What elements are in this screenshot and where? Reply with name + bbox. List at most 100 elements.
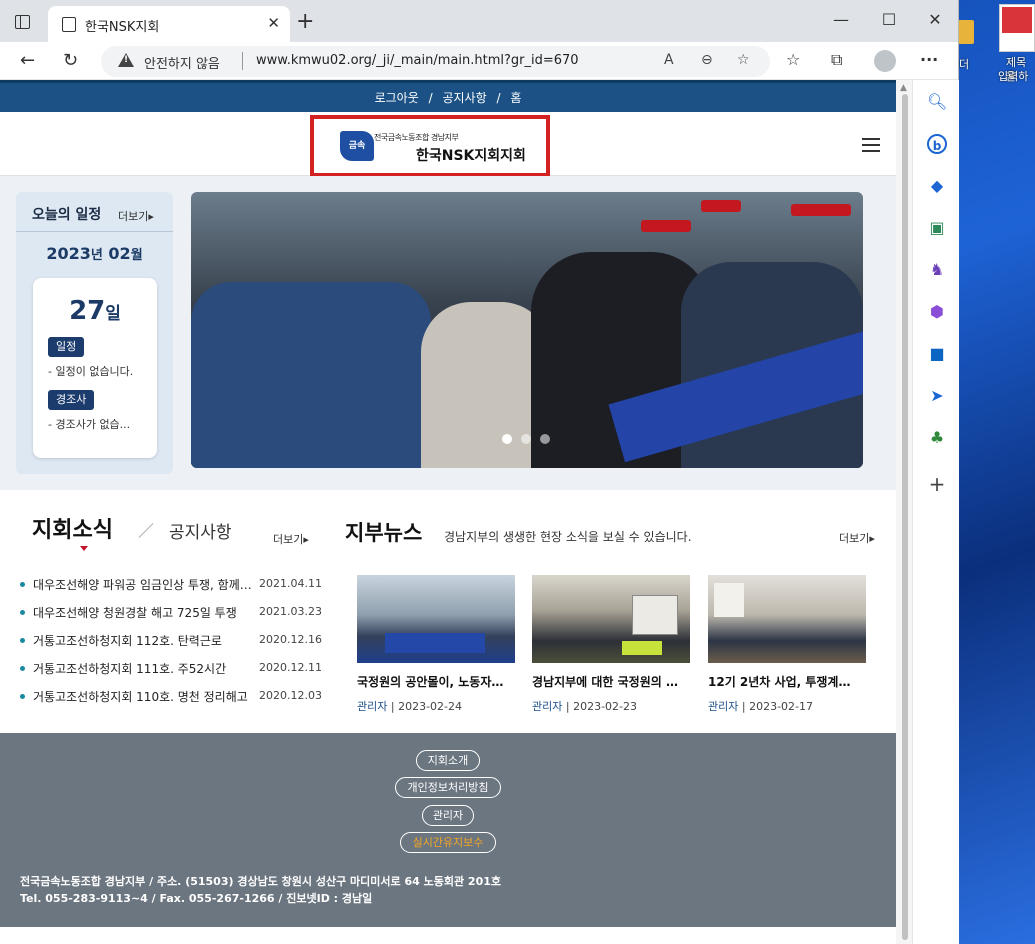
slide-dot[interactable] bbox=[502, 434, 512, 444]
realtime-maintenance-link[interactable]: 실시간유지보수 bbox=[400, 832, 496, 853]
news-card-author[interactable]: 관리자 bbox=[708, 700, 738, 713]
search-icon[interactable]: 🔍︎ bbox=[927, 92, 947, 112]
month-unit: 월 bbox=[130, 248, 143, 263]
favorites-icon[interactable]: ☆ bbox=[786, 50, 800, 69]
list-item-title[interactable]: 거통고조선하청지회 112호. 탄력근로 bbox=[33, 632, 253, 649]
zoom-icon[interactable]: ⊖ bbox=[701, 52, 713, 68]
more-menu-icon[interactable]: ··· bbox=[920, 50, 938, 69]
reload-icon[interactable]: ↻ bbox=[63, 50, 78, 71]
games-icon[interactable]: ♞ bbox=[927, 260, 947, 280]
meta-separator: | bbox=[562, 700, 574, 713]
list-item[interactable]: 거통고조선하청지회 112호. 탄력근로 2020.12.16 bbox=[18, 632, 322, 652]
list-item-title[interactable]: 거통고조선하청지회 111호. 주52시간 bbox=[33, 660, 253, 677]
scrollbar-thumb[interactable] bbox=[902, 94, 908, 940]
news-card-title[interactable]: 경남지부에 대한 국정원의 압수수색 bbox=[532, 673, 682, 690]
day-unit: 일 bbox=[105, 304, 121, 324]
branch-news-title[interactable]: 지회소식 bbox=[32, 512, 113, 544]
news-card[interactable]: 경남지부에 대한 국정원의 압수수색 관리자 | 2023-02-23 bbox=[532, 575, 690, 714]
close-window-icon[interactable]: ✕ bbox=[912, 10, 958, 29]
new-tab-icon[interactable]: + bbox=[296, 9, 314, 34]
web-page: 로그아웃 / 공지사항 / 홈 금속 전국금속노동조합 경남지부 한국NSK지회… bbox=[0, 80, 896, 944]
list-item-date: 2020.12.16 bbox=[259, 633, 322, 646]
url-text[interactable]: www.kmwu02.org/_ji/_main/main.html?gr_id… bbox=[256, 53, 579, 68]
slide-dot[interactable] bbox=[521, 434, 531, 444]
footer-contact: Tel. 055-283-9113~4 / Fax. 055-267-1266 … bbox=[20, 892, 373, 905]
folder-icon[interactable] bbox=[958, 20, 974, 44]
add-icon[interactable]: + bbox=[927, 474, 947, 494]
no-schedule-text: - 일정이 없습니다. bbox=[48, 365, 134, 378]
list-item[interactable]: 거통고조선하청지회 110호. 명천 정리해고 2020.12.03 bbox=[18, 688, 322, 708]
bing-chat-icon[interactable]: b bbox=[927, 134, 947, 154]
maximize-icon[interactable]: ☐ bbox=[866, 10, 912, 29]
scroll-up-icon[interactable]: ▲ bbox=[900, 83, 907, 93]
browser-tab[interactable]: 한국NSK지회 ✕ bbox=[48, 6, 290, 42]
news-card-author[interactable]: 관리자 bbox=[357, 700, 387, 713]
list-item-title[interactable]: 대우조선해양 청원경찰 해고 725일 투쟁 bbox=[33, 604, 253, 621]
page-favicon-icon bbox=[62, 17, 76, 32]
page-bottom bbox=[0, 927, 896, 944]
address-bar[interactable]: 안전하지 않음 www.kmwu02.org/_ji/_main/main.ht… bbox=[101, 46, 770, 77]
regional-news-more-link[interactable]: 더보기▸ bbox=[839, 530, 875, 546]
footer-address: 전국금속노동조합 경남지부 / 주소. (51503) 경상남도 창원시 성산구… bbox=[20, 875, 501, 888]
minimize-icon[interactable]: — bbox=[818, 10, 864, 29]
hero-banner-image[interactable] bbox=[191, 192, 863, 468]
admin-link[interactable]: 관리자 bbox=[422, 805, 474, 826]
title-bar: 한국NSK지회 ✕ + — ☐ ✕ bbox=[0, 0, 958, 42]
schedule-year-value: 2023 bbox=[46, 244, 91, 263]
regional-news-title[interactable]: 지부뉴스 bbox=[345, 517, 422, 547]
thumbnail-banner bbox=[385, 633, 485, 653]
home-link[interactable]: 홈 bbox=[510, 91, 521, 105]
schedule-more-link[interactable]: 더보기▸ bbox=[118, 208, 154, 224]
hero-section: 오늘의 일정 더보기▸ 2023년 02월 27일 일정 - 일정이 없습니다.… bbox=[0, 176, 896, 490]
outlook-icon[interactable]: ■ bbox=[927, 344, 947, 364]
regional-news-subtitle: 경남지부의 생생한 현장 소식을 보실 수 있습니다. bbox=[444, 530, 692, 544]
shopping-tag-icon[interactable]: ◆ bbox=[927, 176, 947, 196]
insecure-label[interactable]: 안전하지 않음 bbox=[144, 53, 220, 72]
slide-dot[interactable] bbox=[540, 434, 550, 444]
about-link[interactable]: 지회소개 bbox=[416, 750, 480, 771]
office-icon[interactable]: ⬢ bbox=[927, 302, 947, 322]
profile-avatar[interactable] bbox=[874, 50, 896, 72]
close-tab-icon[interactable]: ✕ bbox=[267, 14, 280, 32]
add-favorite-icon[interactable]: ☆ bbox=[737, 52, 750, 68]
privacy-policy-link[interactable]: 개인정보처리방침 bbox=[395, 777, 501, 798]
document-icon[interactable] bbox=[999, 4, 1035, 52]
site-logo[interactable]: 금속 전국금속노동조합 경남지부 한국NSK지회지회 bbox=[310, 115, 550, 177]
collections-icon[interactable]: ⧉ bbox=[831, 50, 842, 70]
news-thumbnail[interactable] bbox=[357, 575, 515, 663]
tab-actions-icon[interactable] bbox=[15, 15, 30, 29]
notice-link[interactable]: 공지사항 bbox=[442, 91, 486, 105]
divider bbox=[16, 231, 173, 232]
list-item[interactable]: 대우조선해양 청원경찰 해고 725일 투쟁 2021.03.23 bbox=[18, 604, 322, 624]
read-aloud-icon[interactable]: A bbox=[664, 52, 674, 68]
news-card[interactable]: 국정원의 공안몰이, 노동자 탄압 관리자 | 2023-02-24 bbox=[357, 575, 515, 714]
list-item-date: 2020.12.03 bbox=[259, 689, 322, 702]
list-item-title[interactable]: 대우조선해양 파워공 임금인상 투쟁, 함께합시다 bbox=[33, 576, 253, 593]
news-thumbnail[interactable] bbox=[532, 575, 690, 663]
list-item[interactable]: 거통고조선하청지회 111호. 주52시간 2020.12.11 bbox=[18, 660, 322, 680]
notice-tab[interactable]: 공지사항 bbox=[169, 518, 232, 543]
logout-link[interactable]: 로그아웃 bbox=[375, 91, 419, 105]
year-unit: 년 bbox=[90, 248, 103, 263]
branch-news-more-link[interactable]: 더보기▸ bbox=[273, 531, 309, 547]
schedule-card: 27일 일정 - 일정이 없습니다. 경조사 - 경조사가 없습... bbox=[33, 278, 157, 458]
bullet-icon bbox=[20, 694, 25, 699]
send-icon[interactable]: ➤ bbox=[927, 386, 947, 406]
back-icon[interactable]: ← bbox=[20, 50, 35, 71]
warning-icon[interactable] bbox=[118, 53, 134, 67]
list-item-title[interactable]: 거통고조선하청지회 110호. 명천 정리해고 bbox=[33, 688, 253, 705]
news-card-title[interactable]: 12기 2년차 사업, 투쟁계획 수립 bbox=[708, 673, 858, 690]
news-card[interactable]: 12기 2년차 사업, 투쟁계획 수립 관리자 | 2023-02-17 bbox=[708, 575, 866, 714]
desktop-label-left: 더 bbox=[959, 58, 970, 71]
list-item-date: 2020.12.11 bbox=[259, 661, 322, 674]
tools-icon[interactable]: ▣ bbox=[927, 218, 947, 238]
bullet-icon bbox=[20, 582, 25, 587]
news-card-meta: 관리자 | 2023-02-23 bbox=[532, 698, 690, 714]
news-card-author[interactable]: 관리자 bbox=[532, 700, 562, 713]
list-item[interactable]: 대우조선해양 파워공 임금인상 투쟁, 함께합시다 2021.04.11 bbox=[18, 576, 322, 596]
hamburger-menu-icon[interactable] bbox=[862, 138, 880, 152]
news-thumbnail[interactable] bbox=[708, 575, 866, 663]
tree-icon[interactable]: ♣ bbox=[927, 428, 947, 448]
news-card-title[interactable]: 국정원의 공안몰이, 노동자 탄압 bbox=[357, 673, 507, 690]
event-badge: 경조사 bbox=[48, 390, 95, 410]
